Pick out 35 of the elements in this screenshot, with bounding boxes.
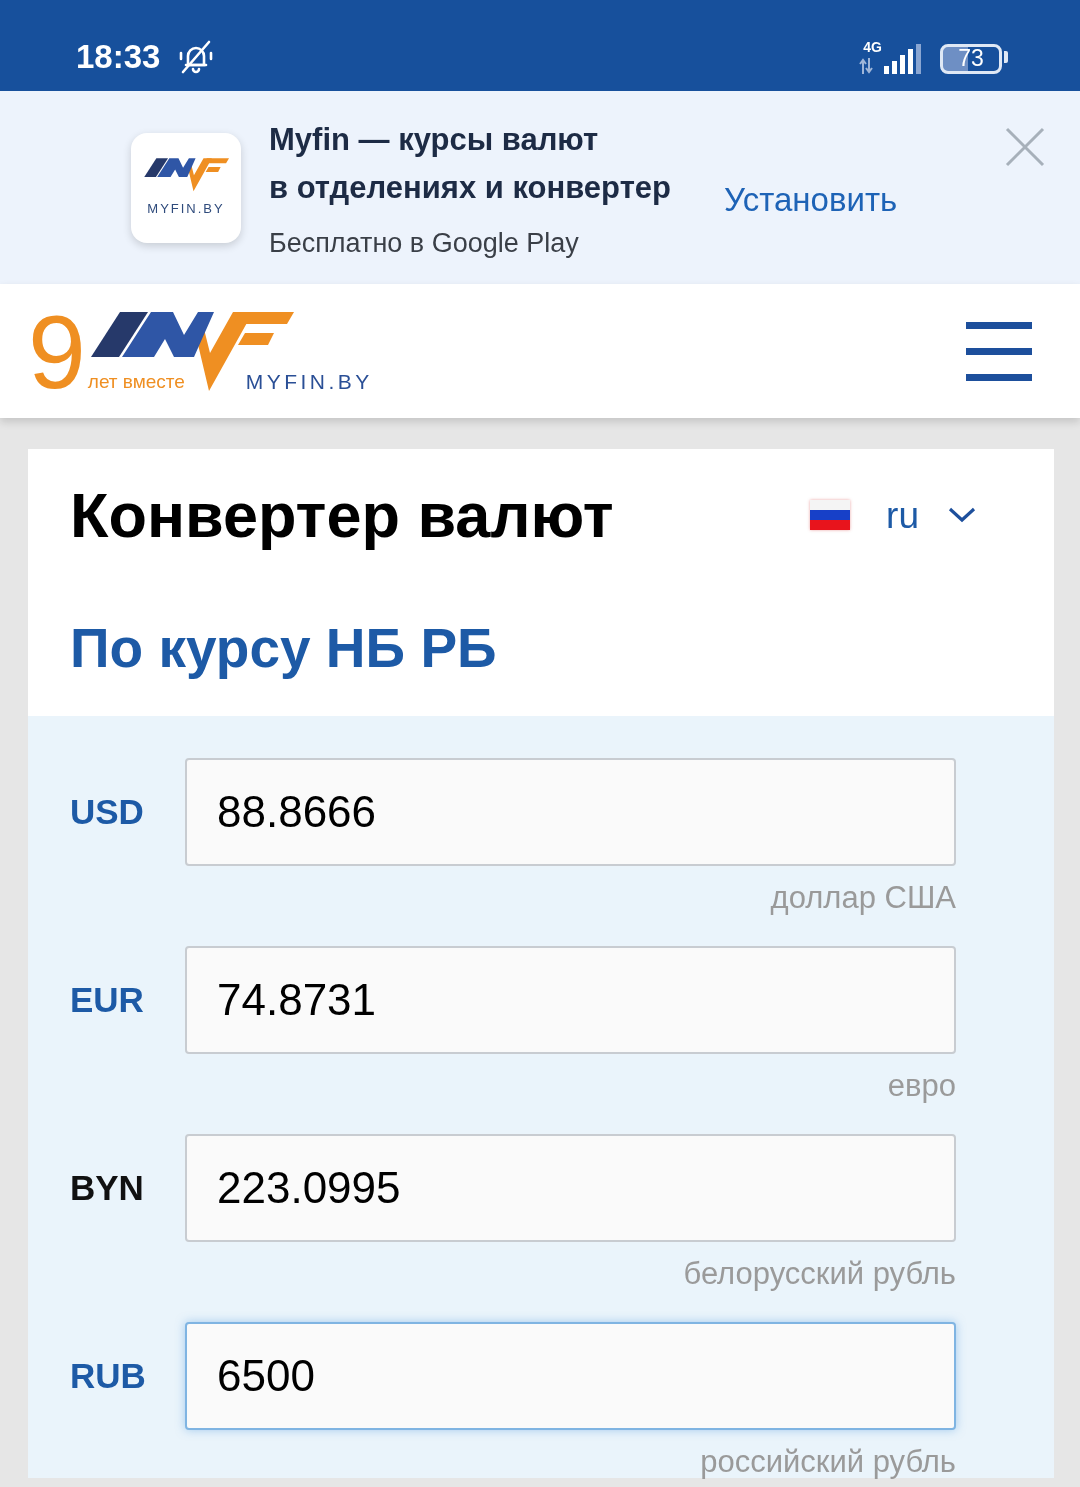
battery-percent: 73 bbox=[958, 47, 984, 70]
banner-subtitle: Бесплатно в Google Play bbox=[269, 227, 580, 260]
currency-name: евро bbox=[887, 1068, 956, 1103]
logo-number: 9 bbox=[28, 311, 86, 393]
bell-off-icon bbox=[178, 38, 215, 75]
amount-input[interactable]: 74.8731 bbox=[185, 946, 956, 1054]
banner-title: Myfin — курсы валют в отделениях и конвертер bbox=[269, 121, 672, 207]
amount-input[interactable]: 223.0995 bbox=[185, 1134, 956, 1242]
install-button[interactable]: Установить bbox=[724, 175, 898, 225]
flag-icon bbox=[810, 500, 851, 530]
app-logo-text: MYFIN.BY bbox=[147, 200, 225, 219]
signal-bars-icon bbox=[884, 43, 924, 74]
status-time: 18:33 bbox=[76, 40, 161, 73]
menu-icon bbox=[966, 321, 1032, 381]
language-select[interactable]: ru bbox=[810, 496, 976, 534]
currency-name: доллар США bbox=[770, 880, 956, 915]
rate-source-heading: По курсу НБ РБ bbox=[70, 616, 498, 680]
logo-wordmark: MYFIN.BY bbox=[245, 371, 373, 393]
chevron-down-icon bbox=[948, 507, 976, 523]
currency-name: белорусский рубль bbox=[683, 1256, 956, 1291]
currency-name: российский рубль bbox=[700, 1444, 956, 1479]
currency-code: EUR bbox=[70, 978, 145, 1021]
logo-tagline: лет вместе bbox=[87, 371, 185, 393]
logo-mark-icon bbox=[143, 157, 229, 194]
amount-input[interactable]: 88.8666 bbox=[185, 758, 956, 866]
currency-code: BYN bbox=[70, 1166, 145, 1209]
converter-title: Конвертер валют bbox=[70, 479, 614, 552]
data-arrows-icon bbox=[859, 57, 874, 74]
amount-input[interactable]: 6500 bbox=[185, 1322, 956, 1430]
currency-code: USD bbox=[70, 790, 145, 833]
menu-button[interactable] bbox=[966, 321, 1032, 381]
battery-tip-icon bbox=[1004, 50, 1008, 63]
currency-code: RUB bbox=[70, 1354, 147, 1397]
network-type: 4G bbox=[863, 39, 882, 54]
close-icon bbox=[1005, 127, 1045, 167]
